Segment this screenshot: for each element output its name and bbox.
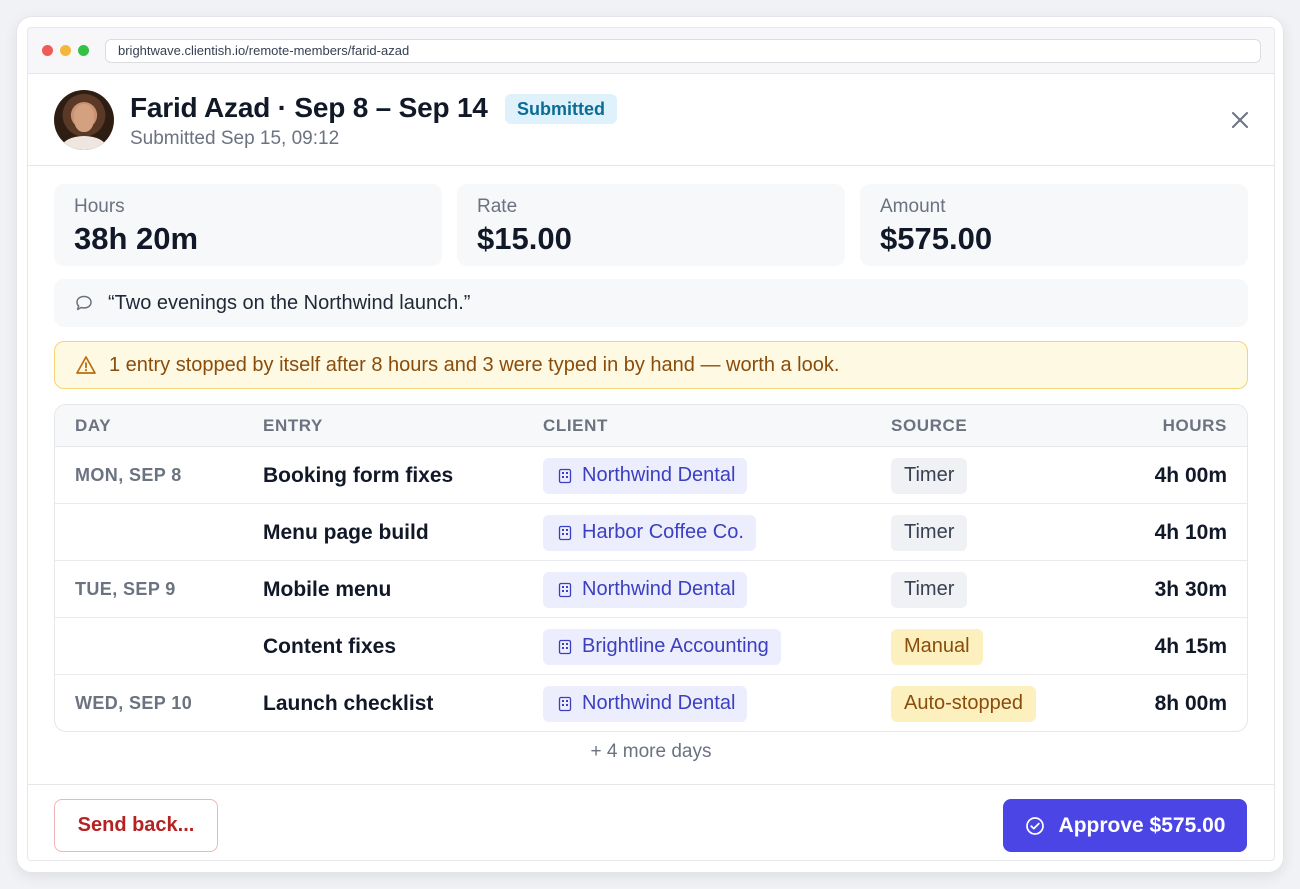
column-day: DAY [75,416,112,435]
warning-text: 1 entry stopped by itself after 8 hours … [109,353,840,376]
row-source-cell: Manual [891,618,983,675]
stat-hours: Hours 38h 20m [54,184,442,266]
browser-window: brightwave.clientish.io/remote-members/f… [27,27,1275,861]
client-tag[interactable]: Northwind Dental [543,685,748,722]
table-row[interactable]: Content fixes Brightline Accounting Manu… [55,618,1247,675]
more-days-link[interactable]: + 4 more days [28,741,1274,763]
member-note: “Two evenings on the Northwind launch.” [54,279,1248,327]
page-title: Farid Azad · Sep 8 – Sep 14 [130,92,488,123]
building-icon [558,696,572,711]
comment-icon [76,295,92,311]
building-icon [558,468,572,483]
close-button[interactable] [1230,110,1250,130]
row-day: WED, SEP 10 [75,693,193,713]
row-hours: 4h 00m [1154,463,1227,487]
stat-value: 38h 20m [74,221,199,256]
browser-toolbar: brightwave.clientish.io/remote-members/f… [28,28,1274,74]
column-client: CLIENT [543,416,608,435]
row-source-cell: Timer [891,561,968,618]
window-maximize-dot[interactable] [78,45,89,56]
building-icon [558,582,572,597]
window-frame: brightwave.clientish.io/remote-members/f… [16,16,1284,873]
row-day: TUE, SEP 9 [75,579,176,599]
row-entry: Content fixes [263,634,397,658]
source-badge: Auto-stopped [891,685,1036,722]
approve-label: Approve $575.00 [1058,813,1226,837]
row-hours: 8h 00m [1154,691,1227,715]
row-client-cell: Brightline Accounting [543,618,781,675]
source-badge: Manual [891,628,983,665]
source-badge: Timer [891,514,968,551]
avatar [54,90,114,150]
stat-label: Hours [74,196,125,217]
stat-amount: Amount $575.00 [860,184,1248,266]
client-tag[interactable]: Harbor Coffee Co. [543,514,756,551]
client-name: Northwind Dental [582,464,736,486]
row-hours: 4h 10m [1154,520,1227,544]
source-badge: Timer [891,571,968,608]
address-bar[interactable]: brightwave.clientish.io/remote-members/f… [105,38,1261,63]
row-client-cell: Northwind Dental [543,675,748,731]
building-icon [558,525,572,540]
avatar-shirt [62,136,106,150]
close-icon [1232,112,1248,128]
row-entry: Booking form fixes [263,463,454,487]
client-tag[interactable]: Northwind Dental [543,571,748,608]
window-minimize-dot[interactable] [60,45,71,56]
table-header: DAY ENTRY CLIENT SOURCE HOURS [55,405,1247,447]
summary-stats: Hours 38h 20m Rate $15.00 Amount $575.00 [54,184,1248,266]
table-row[interactable]: WED, SEP 10 Launch checklist Northwind D… [55,675,1247,731]
row-client-cell: Northwind Dental [543,447,748,504]
building-icon [558,639,572,654]
client-tag[interactable]: Brightline Accounting [543,628,781,665]
client-name: Northwind Dental [582,578,736,600]
client-name: Harbor Coffee Co. [582,521,744,543]
timesheet-header: Farid Azad · Sep 8 – Sep 14 Submitted Su… [28,74,1274,166]
column-hours: HOURS [1162,416,1227,435]
row-entry: Menu page build [263,520,429,544]
check-circle-icon [1025,816,1044,835]
source-badge: Timer [891,457,968,494]
submitted-timestamp: Submitted Sep 15, 09:12 [130,128,340,149]
row-entry: Launch checklist [263,691,434,715]
row-client-cell: Harbor Coffee Co. [543,504,756,561]
stat-value: $575.00 [880,221,993,256]
client-tag[interactable]: Northwind Dental [543,457,748,494]
stat-rate: Rate $15.00 [457,184,845,266]
action-footer: Send back... Approve $575.00 [28,784,1274,860]
client-name: Brightline Accounting [582,635,769,657]
note-text: “Two evenings on the Northwind launch.” [108,291,471,314]
table-row[interactable]: TUE, SEP 9 Mobile menu Northwind Dental … [55,561,1247,618]
row-client-cell: Northwind Dental [543,561,748,618]
table-row[interactable]: Menu page build Harbor Coffee Co. Timer … [55,504,1247,561]
column-source: SOURCE [891,416,968,435]
row-day: MON, SEP 8 [75,465,182,485]
table-row[interactable]: MON, SEP 8 Booking form fixes Northwind … [55,447,1247,504]
warning-banner: 1 entry stopped by itself after 8 hours … [54,341,1248,389]
window-close-dot[interactable] [42,45,53,56]
stat-label: Rate [477,196,518,217]
status-badge: Submitted [505,94,617,124]
send-back-button[interactable]: Send back... [54,799,218,852]
row-hours: 4h 15m [1154,634,1227,658]
approve-button[interactable]: Approve $575.00 [1003,799,1247,852]
warning-triangle-icon [76,356,96,374]
row-hours: 3h 30m [1154,577,1227,601]
column-entry: ENTRY [263,416,323,435]
row-entry: Mobile menu [263,577,392,601]
stat-value: $15.00 [477,221,572,256]
row-source-cell: Timer [891,504,968,561]
row-source-cell: Auto-stopped [891,675,1036,731]
stat-label: Amount [880,196,946,217]
entries-table: DAY ENTRY CLIENT SOURCE HOURS MON, SEP 8… [54,404,1248,732]
row-source-cell: Timer [891,447,968,504]
avatar-face [74,104,94,132]
client-name: Northwind Dental [582,692,736,714]
